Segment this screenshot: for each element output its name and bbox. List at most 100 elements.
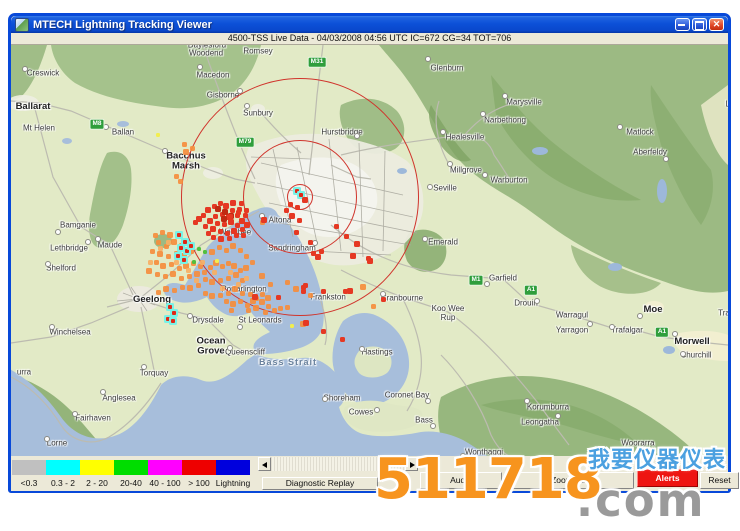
app-icon	[15, 18, 29, 32]
lightning-strike-dot	[209, 279, 215, 285]
road-shield: M31	[308, 57, 327, 68]
legend-swatch	[114, 460, 148, 475]
lightning-strike-dot	[233, 272, 239, 278]
legend-item: 40 - 100	[148, 460, 182, 488]
map-viewport[interactable]: DaylesfordWoodendRomseyMacedonGisborneSu…	[11, 45, 728, 456]
legend-label: 20-40	[120, 478, 142, 488]
town-marker	[534, 298, 540, 304]
lightning-strike-dot	[297, 218, 302, 223]
legend-item: Lightning	[216, 460, 250, 488]
lightning-strike-dot	[187, 242, 195, 250]
lightning-strike-dot	[294, 230, 299, 235]
road-shield: M8	[89, 119, 104, 130]
scroll-right-button[interactable]	[405, 457, 418, 471]
lightning-strike-dot	[177, 266, 182, 271]
title-bar[interactable]: MTECH Lightning Tracking Viewer ✕	[11, 16, 728, 33]
lightning-strike-dot	[227, 236, 232, 241]
lightning-strike-dot	[209, 249, 215, 255]
town-marker	[44, 436, 50, 442]
lightning-strike-dot	[215, 206, 221, 212]
lightning-strike-dot	[174, 174, 179, 179]
alerts-button[interactable]: Alerts	[637, 469, 698, 487]
lightning-strike-dot	[244, 208, 249, 213]
audio-button[interactable]: Audio	[420, 472, 502, 489]
town-marker	[45, 261, 51, 267]
lightning-strike-dot	[174, 260, 179, 265]
lightning-strike-dot	[285, 305, 290, 310]
lightning-strike-dot	[213, 214, 218, 219]
town-marker	[197, 64, 203, 70]
horizontal-scrollbar[interactable]	[258, 457, 418, 471]
lightning-strike-dot	[180, 285, 185, 290]
legend-label: > 100	[188, 478, 210, 488]
road-shield: A1	[524, 285, 538, 296]
lightning-strike-dot	[203, 291, 208, 296]
strike-core	[172, 311, 176, 315]
lightning-strike-dot	[215, 221, 220, 226]
lightning-strike-dot	[160, 230, 165, 235]
lightning-strike-dot	[222, 222, 227, 227]
lightning-strike-dot	[360, 284, 366, 290]
town-marker	[482, 172, 488, 178]
town-marker	[425, 398, 431, 404]
town-marker	[85, 239, 91, 245]
lightning-strike-dot	[244, 254, 249, 259]
town-marker	[55, 229, 61, 235]
legend-label: 0.3 - 2	[51, 478, 75, 488]
town-marker	[680, 351, 686, 357]
screenshot: MTECH Lightning Tracking Viewer ✕ 4500-T…	[0, 0, 740, 531]
lightning-strike-dot	[202, 270, 207, 275]
town-marker	[95, 236, 101, 242]
town-marker	[663, 156, 669, 162]
window-controls: ✕	[675, 18, 724, 31]
scroll-left-button[interactable]	[258, 457, 271, 471]
town-marker	[237, 324, 243, 330]
lightning-strike-dot	[163, 274, 168, 279]
bottom-panel: <0.30.3 - 22 - 2020-4040 - 100> 100Light…	[11, 456, 728, 491]
lightning-strike-dot	[303, 320, 309, 326]
lightning-strike-dot	[167, 232, 173, 238]
road-shield: M79	[236, 137, 255, 148]
lightning-strike-dot	[228, 214, 233, 219]
lightning-strike-dot	[148, 260, 153, 265]
lightning-strike-dot	[315, 254, 321, 260]
lightning-strike-dot	[209, 293, 215, 299]
diagnostic-replay-button[interactable]: Diagnostic Replay	[262, 477, 378, 490]
window-title: MTECH Lightning Tracking Viewer	[33, 19, 675, 31]
lightning-strike-dot	[150, 249, 155, 254]
maximize-button[interactable]	[692, 18, 707, 31]
lightning-strike-dot	[302, 197, 308, 203]
lightning-strike-dot	[289, 213, 295, 219]
close-button[interactable]: ✕	[709, 18, 724, 31]
lightning-strike-dot	[232, 286, 238, 292]
lightning-strike-dot	[169, 262, 174, 267]
lightning-strike-dot	[182, 142, 187, 147]
scrollbar-track[interactable]	[271, 457, 405, 471]
town-marker	[422, 236, 428, 242]
lightning-strike-dot	[205, 207, 211, 213]
lightning-strike-dot	[207, 218, 213, 224]
lightning-strike-dot	[284, 208, 289, 213]
lightning-strike-dot	[268, 282, 273, 287]
minimize-button[interactable]	[675, 18, 690, 31]
strike-core	[182, 258, 186, 262]
reset-button[interactable]: Reset	[700, 472, 739, 489]
lightning-strike-dot	[238, 248, 243, 253]
legend-swatch	[148, 460, 182, 475]
lightning-strike-dot	[172, 288, 177, 293]
lightning-strike-dot	[178, 179, 183, 184]
lightning-strike-dot	[241, 233, 246, 238]
lightning-strike-dot	[243, 265, 249, 271]
legend-swatch	[216, 460, 250, 475]
zoom-full-button[interactable]: Zoom Full	[506, 472, 634, 489]
lightning-strike-dot	[156, 133, 160, 137]
lightning-strike-dot	[226, 276, 231, 281]
strike-core	[171, 319, 175, 323]
legend-label: Lightning	[216, 478, 251, 488]
town-marker	[672, 331, 678, 337]
lightning-strike-dot	[156, 240, 161, 245]
lightning-strike-dot	[166, 254, 171, 259]
lightning-strike-dot	[308, 293, 313, 298]
lightning-strike-dot	[186, 268, 191, 273]
lightning-strike-dot	[180, 256, 188, 264]
